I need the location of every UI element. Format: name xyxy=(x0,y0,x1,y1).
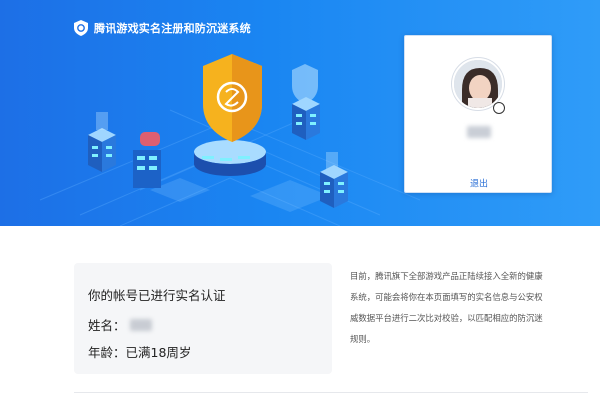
header-banner: 腾讯游戏实名注册和防沉迷系统 退出 xyxy=(0,0,600,226)
gamepad-icon xyxy=(133,132,161,188)
name-label: 姓名： xyxy=(88,318,126,333)
brand[interactable]: 腾讯游戏实名注册和防沉迷系统 xyxy=(74,18,251,38)
logout-link[interactable]: 退出 xyxy=(405,177,553,190)
user-name-redacted xyxy=(467,126,491,138)
description-line: 目前，腾讯旗下全部游戏产品正陆续接入全新的健康 xyxy=(350,271,543,281)
description-line: 威数据平台进行二次比对校验，以匹配相应的防沉迷 xyxy=(350,313,543,323)
shield-logo-icon xyxy=(74,20,88,36)
verification-box: 你的帐号已进行实名认证 姓名： 年龄： 已满18周岁 xyxy=(74,263,332,374)
description-line: 系统，可能会将你在本页面填写的实名信息与公安权 xyxy=(350,292,543,302)
age-label: 年龄： xyxy=(88,345,126,360)
age-row: 年龄： 已满18周岁 xyxy=(88,342,191,361)
central-platform xyxy=(194,140,266,176)
name-value-redacted xyxy=(129,318,152,331)
server-lower-icon xyxy=(320,152,348,208)
verification-heading: 你的帐号已进行实名认证 xyxy=(88,288,226,303)
description-line: 规则。 xyxy=(350,334,376,344)
server-left-icon xyxy=(88,112,116,172)
server-right-icon xyxy=(292,97,320,140)
avatar-badge xyxy=(493,102,505,114)
description-text: 目前，腾讯旗下全部游戏产品正陆续接入全新的健康 系统，可能会将你在本页面填写的实… xyxy=(350,266,588,350)
age-value: 已满18周岁 xyxy=(125,345,192,360)
user-card: 退出 xyxy=(404,35,552,193)
divider xyxy=(74,392,588,393)
brand-title: 腾讯游戏实名注册和防沉迷系统 xyxy=(94,22,251,35)
name-row: 姓名： xyxy=(88,315,152,334)
